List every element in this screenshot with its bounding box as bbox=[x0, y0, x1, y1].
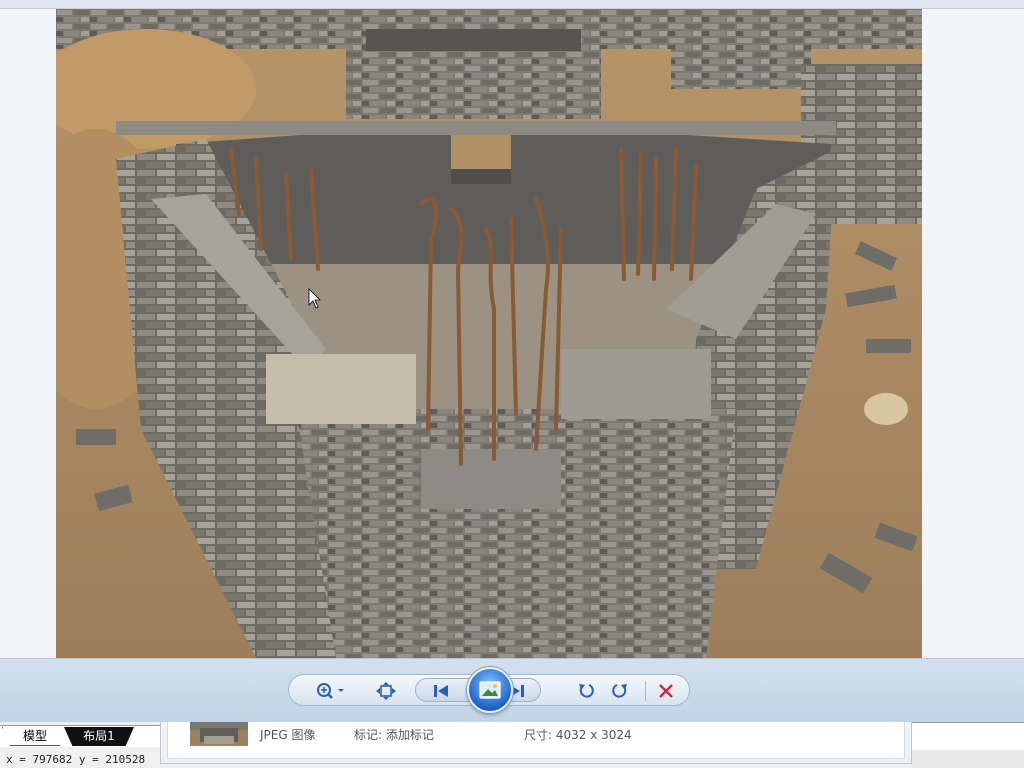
rotate-right-icon bbox=[612, 684, 627, 698]
delete-icon bbox=[659, 684, 673, 698]
previous-button[interactable] bbox=[426, 679, 456, 703]
cad-right-panel bbox=[912, 722, 1024, 750]
coordinate-readout: x = 797682 y = 210528 bbox=[0, 751, 158, 768]
actual-size-button[interactable] bbox=[371, 679, 401, 703]
size-label: 尺寸: bbox=[524, 728, 553, 742]
rotate-left-icon bbox=[579, 684, 594, 698]
size-section: 尺寸: 4032 x 3024 bbox=[524, 726, 632, 743]
photo-info-panel: JPEG 图像 标记: 添加标记 尺寸: 4032 x 3024 bbox=[160, 722, 912, 764]
file-type-label: JPEG 图像 bbox=[260, 728, 316, 742]
slideshow-icon bbox=[479, 681, 501, 699]
zoom-button[interactable] bbox=[313, 679, 349, 703]
tab-model[interactable]: 模型 bbox=[2, 727, 68, 746]
photo-illustration bbox=[56, 9, 922, 658]
tab-layout1[interactable]: 布局1 bbox=[64, 727, 134, 746]
zoom-in-icon bbox=[317, 683, 344, 699]
viewer-title-strip bbox=[0, 0, 1024, 9]
rotate-left-button[interactable] bbox=[571, 679, 601, 703]
thumbnail-image bbox=[190, 722, 248, 746]
toolbar-separator bbox=[645, 681, 646, 701]
size-value: 4032 x 3024 bbox=[555, 728, 632, 742]
tag-label: 标记: bbox=[354, 728, 383, 742]
photo-thumbnail[interactable] bbox=[190, 722, 248, 746]
viewer-toolbar bbox=[0, 658, 1024, 722]
tag-section: 标记: 添加标记 bbox=[354, 726, 434, 743]
skip-previous-icon bbox=[434, 685, 448, 697]
toolbar-controls bbox=[288, 667, 690, 713]
rotate-right-button[interactable] bbox=[605, 679, 635, 703]
delete-button[interactable] bbox=[651, 679, 681, 703]
slideshow-button[interactable] bbox=[467, 667, 513, 713]
add-tag-link[interactable]: 添加标记 bbox=[386, 728, 434, 742]
photo-image[interactable] bbox=[56, 9, 922, 658]
fit-window-icon bbox=[376, 682, 396, 700]
cad-right-panel-lower bbox=[912, 750, 1024, 768]
info-panel-body: JPEG 图像 标记: 添加标记 尺寸: 4032 x 3024 bbox=[167, 722, 905, 759]
